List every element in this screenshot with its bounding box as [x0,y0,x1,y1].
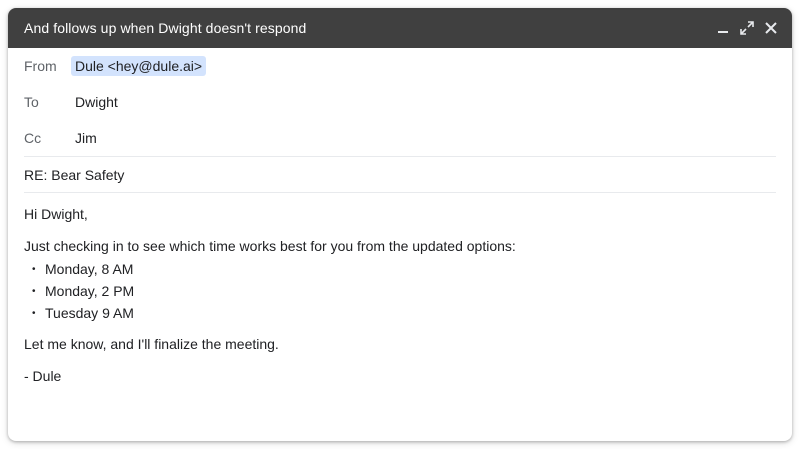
close-icon [765,22,777,34]
compose-content: From Dule <hey@dule.ai> To Dwight Cc Jim… [8,48,792,386]
window-controls [714,19,780,37]
time-options-list: • Monday, 8 AM • Monday, 2 PM • Tuesday … [24,258,776,324]
option-text: Monday, 8 AM [45,261,134,277]
body-closing: Let me know, and I'll finalize the meeti… [24,336,279,352]
list-item: • Monday, 8 AM [24,258,776,280]
to-label: To [24,94,39,110]
body-intro: Just checking in to see which time works… [24,238,516,254]
to-recipient[interactable]: Dwight [75,94,118,110]
from-label: From [24,58,57,74]
bullet-icon: • [32,307,36,319]
bullet-icon: • [32,285,36,297]
minimize-button[interactable] [714,19,732,37]
list-item: • Monday, 2 PM [24,280,776,302]
body-signature: - Dule [24,368,62,384]
bullet-icon: • [32,263,36,275]
cc-recipient[interactable]: Jim [75,130,97,146]
cc-row: Cc Jim [24,120,776,156]
window-title: And follows up when Dwight doesn't respo… [24,20,307,36]
option-text: Tuesday 9 AM [45,305,134,321]
window-titlebar: And follows up when Dwight doesn't respo… [8,8,792,48]
compose-window: And follows up when Dwight doesn't respo… [8,8,792,441]
cc-label: Cc [24,130,42,146]
close-button[interactable] [762,19,780,37]
list-item: • Tuesday 9 AM [24,302,776,324]
option-text: Monday, 2 PM [45,283,135,299]
message-body[interactable]: Hi Dwight, Just checking in to see which… [24,193,776,386]
from-sender-chip[interactable]: Dule <hey@dule.ai> [71,56,207,76]
minimize-icon [718,31,728,33]
expand-icon [740,21,754,35]
expand-button[interactable] [738,19,756,37]
to-row: To Dwight [24,84,776,120]
body-greeting: Hi Dwight, [24,206,88,222]
from-row: From Dule <hey@dule.ai> [24,48,776,84]
subject-field[interactable]: RE: Bear Safety [24,157,776,192]
